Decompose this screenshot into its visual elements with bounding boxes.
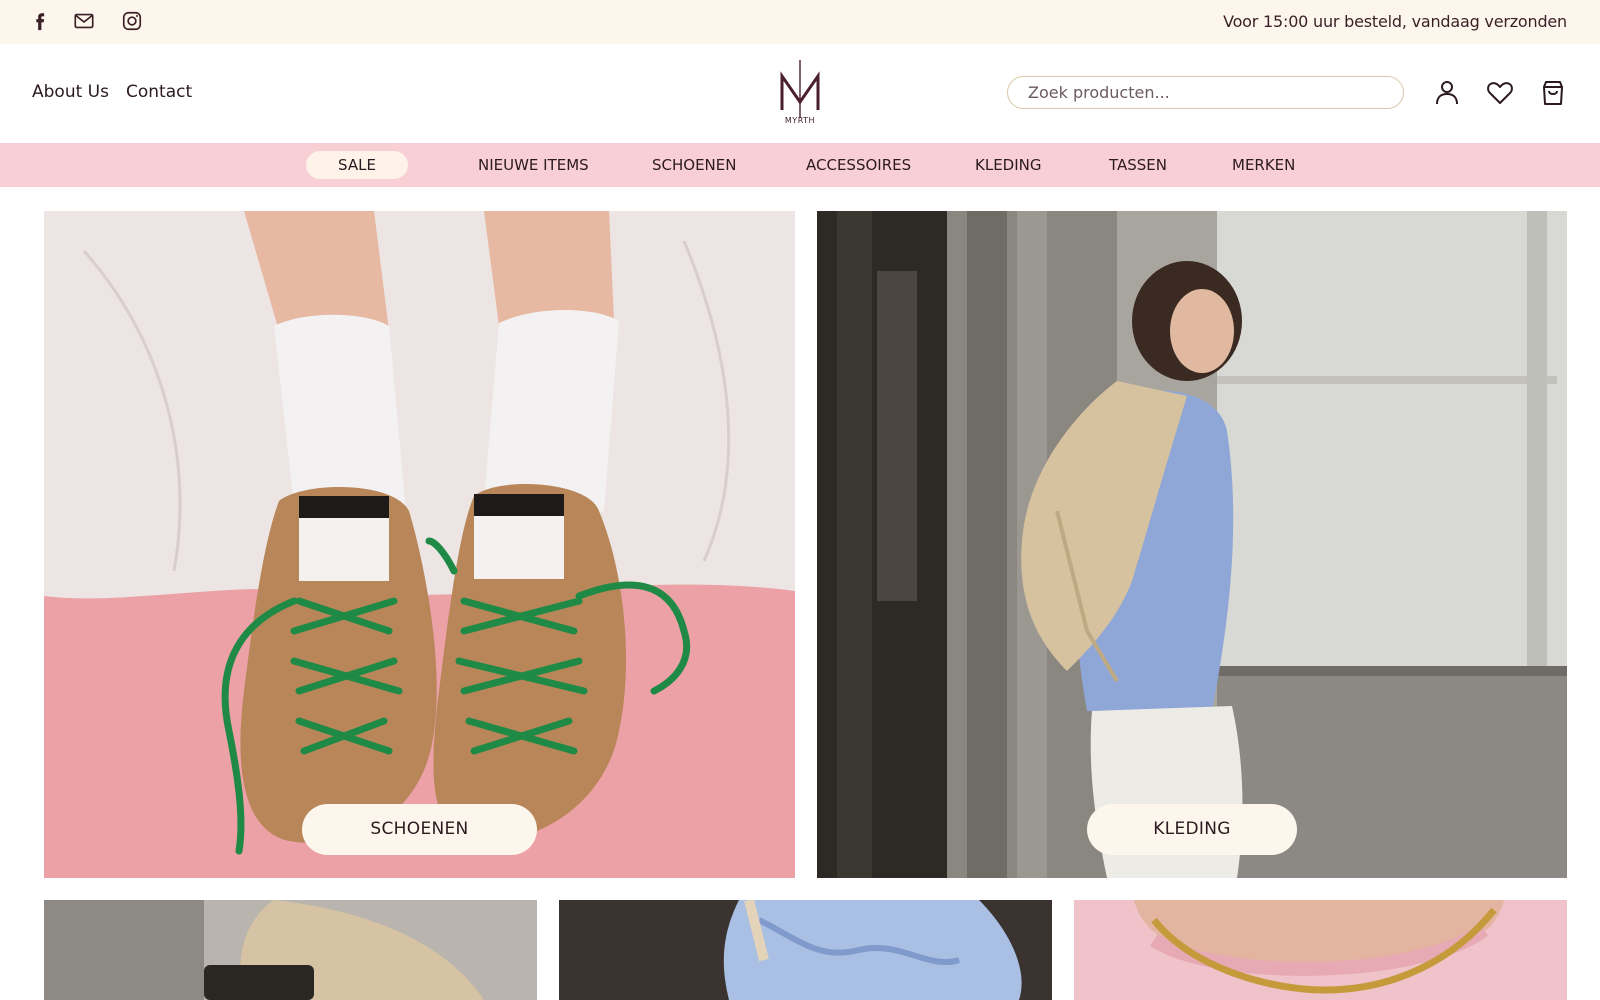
category-tile-jewelry-preview[interactable] — [1074, 900, 1567, 1000]
about-us-link[interactable]: About Us — [32, 82, 109, 102]
sunglasses-photo — [44, 900, 537, 1000]
announcement-bar: Voor 15:00 uur besteld, vandaag verzonde… — [0, 0, 1600, 44]
nav-item-kleding[interactable]: KLEDING — [975, 143, 1042, 187]
wishlist-heart-icon[interactable] — [1485, 78, 1515, 108]
category-tile-blouse-preview[interactable] — [559, 900, 1052, 1000]
necklace-photo — [1074, 900, 1567, 1000]
nav-item-schoenen[interactable]: SCHOENEN — [652, 143, 736, 187]
mail-icon[interactable] — [73, 10, 95, 32]
clothing-photo — [817, 211, 1567, 878]
facebook-icon[interactable] — [29, 10, 51, 32]
cart-bag-icon[interactable] — [1538, 78, 1568, 108]
category-tile-accessoires-preview[interactable] — [44, 900, 537, 1000]
schoenen-category-button[interactable]: SCHOENEN — [302, 804, 537, 855]
search-input[interactable] — [1007, 76, 1404, 109]
main-navigation: SALE NIEUWE ITEMS SCHOENEN ACCESSOIRES K… — [0, 143, 1600, 187]
contact-link[interactable]: Contact — [126, 82, 192, 102]
nav-item-tassen[interactable]: TASSEN — [1109, 143, 1167, 187]
shoes-photo — [44, 211, 795, 878]
nav-item-sale[interactable]: SALE — [306, 151, 408, 179]
logo-wordmark: MYRTH — [784, 116, 816, 125]
kleding-category-button[interactable]: KLEDING — [1087, 804, 1297, 855]
blouse-photo — [559, 900, 1052, 1000]
nav-item-merken[interactable]: MERKEN — [1232, 143, 1295, 187]
site-header: About Us Contact MYRTH — [0, 44, 1600, 144]
shipping-promo-text: Voor 15:00 uur besteld, vandaag verzonde… — [1223, 12, 1567, 31]
account-icon[interactable] — [1432, 78, 1462, 108]
category-tile-schoenen[interactable]: SCHOENEN — [44, 211, 795, 878]
instagram-icon[interactable] — [121, 10, 143, 32]
category-tile-kleding[interactable]: KLEDING — [817, 211, 1567, 878]
nav-item-nieuwe-items[interactable]: NIEUWE ITEMS — [478, 143, 589, 187]
nav-item-accessoires[interactable]: ACCESSOIRES — [806, 143, 911, 187]
